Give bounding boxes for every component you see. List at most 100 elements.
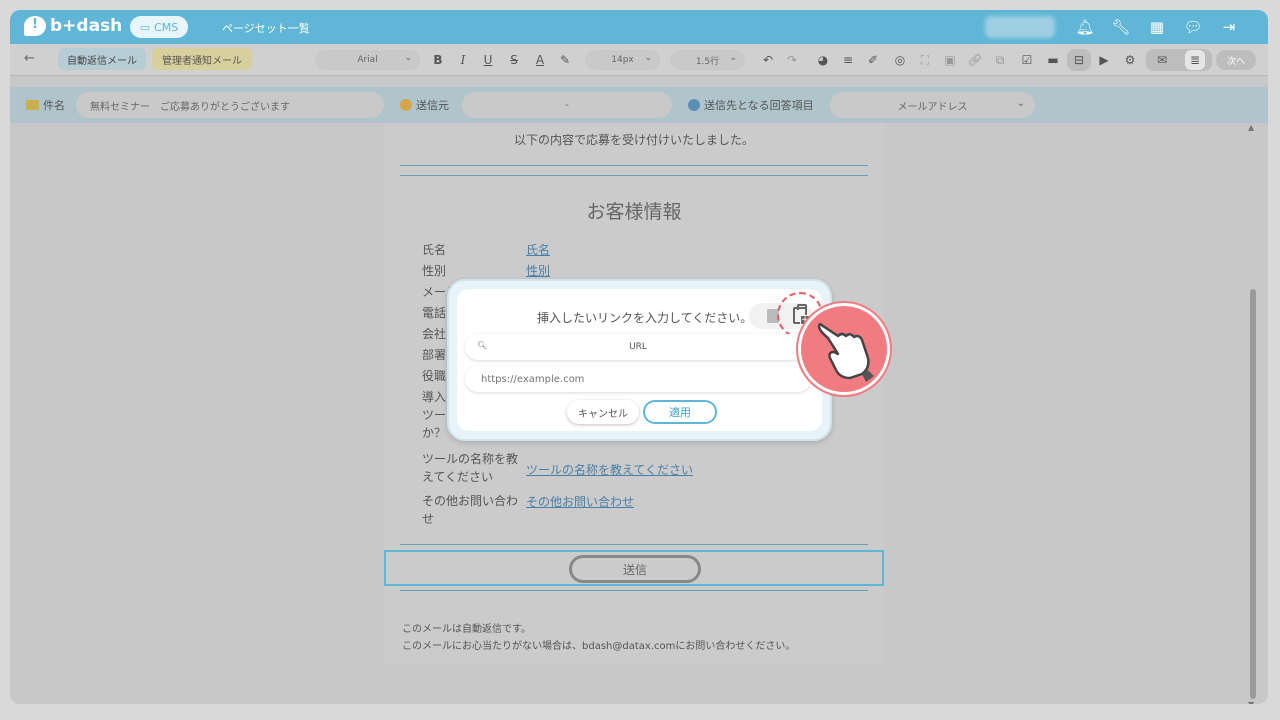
row-value-link[interactable]: その他お問い合わせ [526, 492, 634, 528]
recipient-label-group: 送信先となる回答項目 [688, 97, 814, 113]
cms-icon: ▭ [139, 20, 151, 34]
row-key: ツールの名称を教えてください [422, 452, 519, 484]
modal-body: 挿入したいリンクを入力してください。 + 🔍︎ URL キャンセル 適用 [457, 289, 823, 431]
undo-icon[interactable]: ↶ [758, 50, 778, 70]
url-input[interactable] [465, 366, 811, 392]
table-row[interactable]: 性別 性別 [422, 262, 862, 280]
divider-block-icon[interactable]: ▬ [1043, 50, 1063, 70]
scroll-up-icon[interactable]: ▲ [1248, 123, 1254, 132]
wrench-icon[interactable]: 🔧︎ [1110, 16, 1132, 38]
intro-text[interactable]: 以下の内容で応募を受け付けいたしました。 [384, 131, 884, 148]
apply-button[interactable]: 適用 [643, 400, 717, 424]
copy-icon[interactable]: ⧉ [990, 50, 1010, 70]
cancel-button[interactable]: キャンセル [567, 400, 639, 424]
grid-icon[interactable]: ▦ [1146, 16, 1168, 38]
tab-auto-reply[interactable]: 自動返信メール [58, 48, 146, 70]
row-key: 氏名 [422, 243, 447, 257]
table-row[interactable]: 氏名 氏名 [422, 241, 862, 259]
table-row[interactable]: ツールの名称を教えてください ツールの名称を教えてください [422, 450, 862, 486]
logout-icon[interactable]: ⇥ [1218, 16, 1240, 38]
sender-input[interactable]: - [462, 92, 672, 118]
cms-button[interactable]: ▭ CMS [130, 16, 188, 38]
font-size-select[interactable]: 14px ⌄ [585, 50, 660, 70]
line-height-select[interactable]: 1.5行 ⌄ [670, 50, 745, 70]
clipboard-check-icon[interactable]: ☑ [1017, 50, 1037, 70]
line-height-value: 1.5行 [695, 56, 720, 67]
hand-pointer-icon [817, 322, 874, 382]
url-type-label: URL [629, 342, 647, 352]
scrollbar-thumb[interactable] [1250, 289, 1256, 699]
recipient-label: 送信先となる回答項目 [704, 99, 814, 112]
vertical-scrollbar[interactable]: ▲ ▼ [1248, 123, 1256, 704]
settings-gear-icon[interactable]: ⚙ [1120, 50, 1140, 70]
send-button-block[interactable]: 送信 [384, 550, 884, 586]
sender-label: 送信元 [416, 99, 449, 112]
text-color-icon[interactable]: A [530, 50, 550, 70]
mail-view-icon[interactable]: ✉ [1152, 50, 1172, 70]
editor-toolbar: ← 自動返信メール 管理者通知メール Arial ⌄ B I U S A ✎ 1… [10, 44, 1268, 76]
subject-label: 件名 [43, 99, 65, 112]
user-icon [688, 99, 700, 111]
row-value-link[interactable]: 性別 [526, 262, 550, 280]
chevron-down-icon: ⌄ [1016, 98, 1025, 109]
recipient-select[interactable]: メールアドレス ⌄ [830, 92, 1035, 118]
mail-header-fields: 件名 無料セミナー ご応募ありがとうございます 送信元 - 送信先となる回答項目… [10, 87, 1268, 123]
target-icon[interactable]: ◎ [890, 50, 910, 70]
divider [400, 175, 868, 176]
highlight-icon[interactable]: ✎ [555, 50, 575, 70]
section-title[interactable]: お客様情報 [384, 197, 884, 224]
chevron-down-icon: ⌄ [729, 53, 737, 63]
font-size-value: 14px [611, 55, 634, 65]
italic-icon[interactable]: I [453, 50, 473, 70]
align-icon[interactable]: ≡ [838, 50, 858, 70]
divider [400, 165, 868, 166]
row-value-link[interactable]: ツールの名称を教えてください [526, 450, 693, 486]
row-value-link[interactable]: 氏名 [526, 241, 550, 259]
logo-icon [24, 16, 46, 36]
chevron-down-icon: ⌄ [644, 53, 652, 63]
tab-admin-notify[interactable]: 管理者通知メール [152, 48, 252, 70]
top-navbar: b+dash ▭ CMS ページセット一覧 🔔︎ 🔧︎ ▦ 💬︎ ⇥ [10, 10, 1268, 44]
subject-label-group: 件名 [26, 97, 65, 113]
image-icon[interactable]: ▣ [940, 50, 960, 70]
url-type-select[interactable]: 🔍︎ URL [465, 334, 811, 360]
redo-icon[interactable]: ↷ [782, 50, 802, 70]
recipient-value: メールアドレス [897, 101, 968, 113]
user-icon [400, 99, 412, 111]
divider [400, 590, 868, 591]
row-key: 性別 [422, 264, 447, 278]
font-family-select[interactable]: Arial ⌄ [315, 50, 420, 70]
user-name-blurred [985, 16, 1055, 38]
strikethrough-icon[interactable]: S [504, 50, 524, 70]
insert-link-modal: 挿入したいリンクを入力してください。 + 🔍︎ URL キャンセル 適用 [447, 279, 832, 441]
bold-icon[interactable]: B [428, 50, 448, 70]
sender-label-group: 送信元 [400, 97, 449, 113]
font-family-value: Arial [357, 55, 378, 65]
chevron-down-icon: ⌄ [404, 53, 412, 63]
divider [400, 544, 868, 545]
scroll-down-icon[interactable]: ▼ [1248, 700, 1254, 704]
chat-icon[interactable]: 💬︎ [1182, 16, 1204, 38]
footer-line-1[interactable]: このメールは自動返信です。 [402, 620, 531, 635]
next-button[interactable]: 次へ [1216, 50, 1256, 70]
footer-line-2[interactable]: このメールにお心当たりがない場合は、bdash@datax.comにお問い合わせ… [402, 637, 795, 652]
row-key: その他お問い合わせ [422, 494, 519, 526]
table-row[interactable]: その他お問い合わせ その他お問い合わせ [422, 492, 862, 528]
bell-icon[interactable]: 🔔︎ [1074, 16, 1096, 38]
underline-icon[interactable]: U [478, 50, 498, 70]
video-icon[interactable]: ▶ [1094, 50, 1114, 70]
back-arrow-icon[interactable]: ← [24, 51, 35, 66]
modal-title: 挿入したいリンクを入力してください。 [537, 311, 753, 325]
logo-text: b+dash [50, 16, 123, 36]
text-view-icon[interactable]: ≣ [1185, 50, 1205, 70]
button-block-icon[interactable]: ⊟ [1069, 50, 1089, 70]
fullscreen-icon[interactable]: ⛶ [915, 50, 935, 70]
palette-icon[interactable]: ◕ [813, 50, 833, 70]
cms-label: CMS [154, 20, 179, 34]
link-icon[interactable]: 🔗︎ [965, 50, 985, 70]
subject-input[interactable]: 無料セミナー ご応募ありがとうございます [76, 92, 384, 118]
send-button[interactable]: 送信 [569, 555, 701, 583]
page-title[interactable]: ページセット一覧 [222, 20, 310, 36]
logo[interactable]: b+dash [24, 16, 122, 36]
pen-icon[interactable]: ✐ [863, 50, 883, 70]
